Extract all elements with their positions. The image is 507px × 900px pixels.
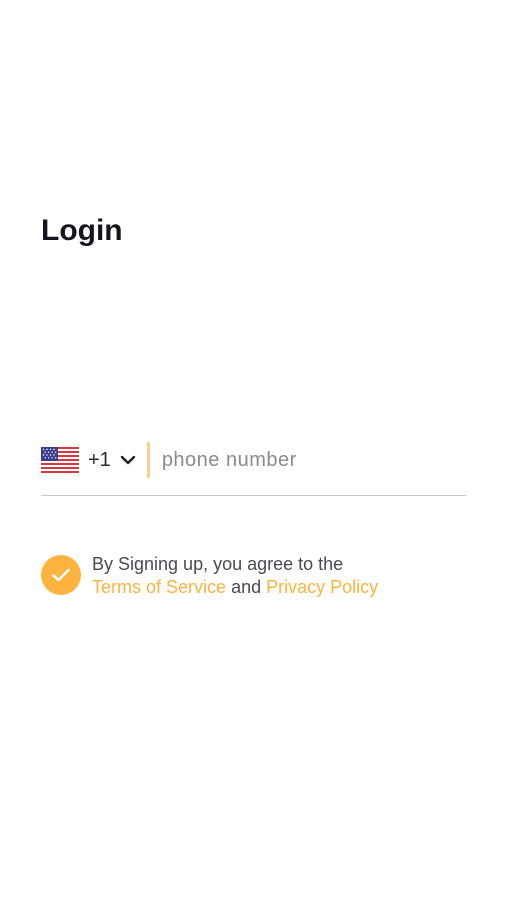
phone-input-underline <box>41 495 466 496</box>
phone-input-row: +1 <box>41 440 466 480</box>
country-code-picker[interactable]: +1 <box>41 447 136 473</box>
privacy-policy-link[interactable]: Privacy Policy <box>266 577 378 597</box>
consent-links-line: Terms of Service and Privacy Policy <box>92 576 378 599</box>
consent-checkbox[interactable] <box>41 555 81 595</box>
consent-line: By Signing up, you agree to the <box>92 554 344 574</box>
us-flag-icon <box>41 447 79 473</box>
terms-consent: By Signing up, you agree to the Terms of… <box>41 553 378 599</box>
dial-code: +1 <box>88 448 111 471</box>
and-text: and <box>231 577 262 597</box>
consent-text: By Signing up, you agree to the Terms of… <box>92 553 378 599</box>
phone-number-input[interactable] <box>161 448 452 472</box>
page-title: Login <box>41 214 123 247</box>
checkmark-icon <box>52 568 70 582</box>
chevron-down-icon <box>120 455 136 465</box>
terms-of-service-link[interactable]: Terms of Service <box>92 577 226 597</box>
field-divider <box>146 442 150 478</box>
